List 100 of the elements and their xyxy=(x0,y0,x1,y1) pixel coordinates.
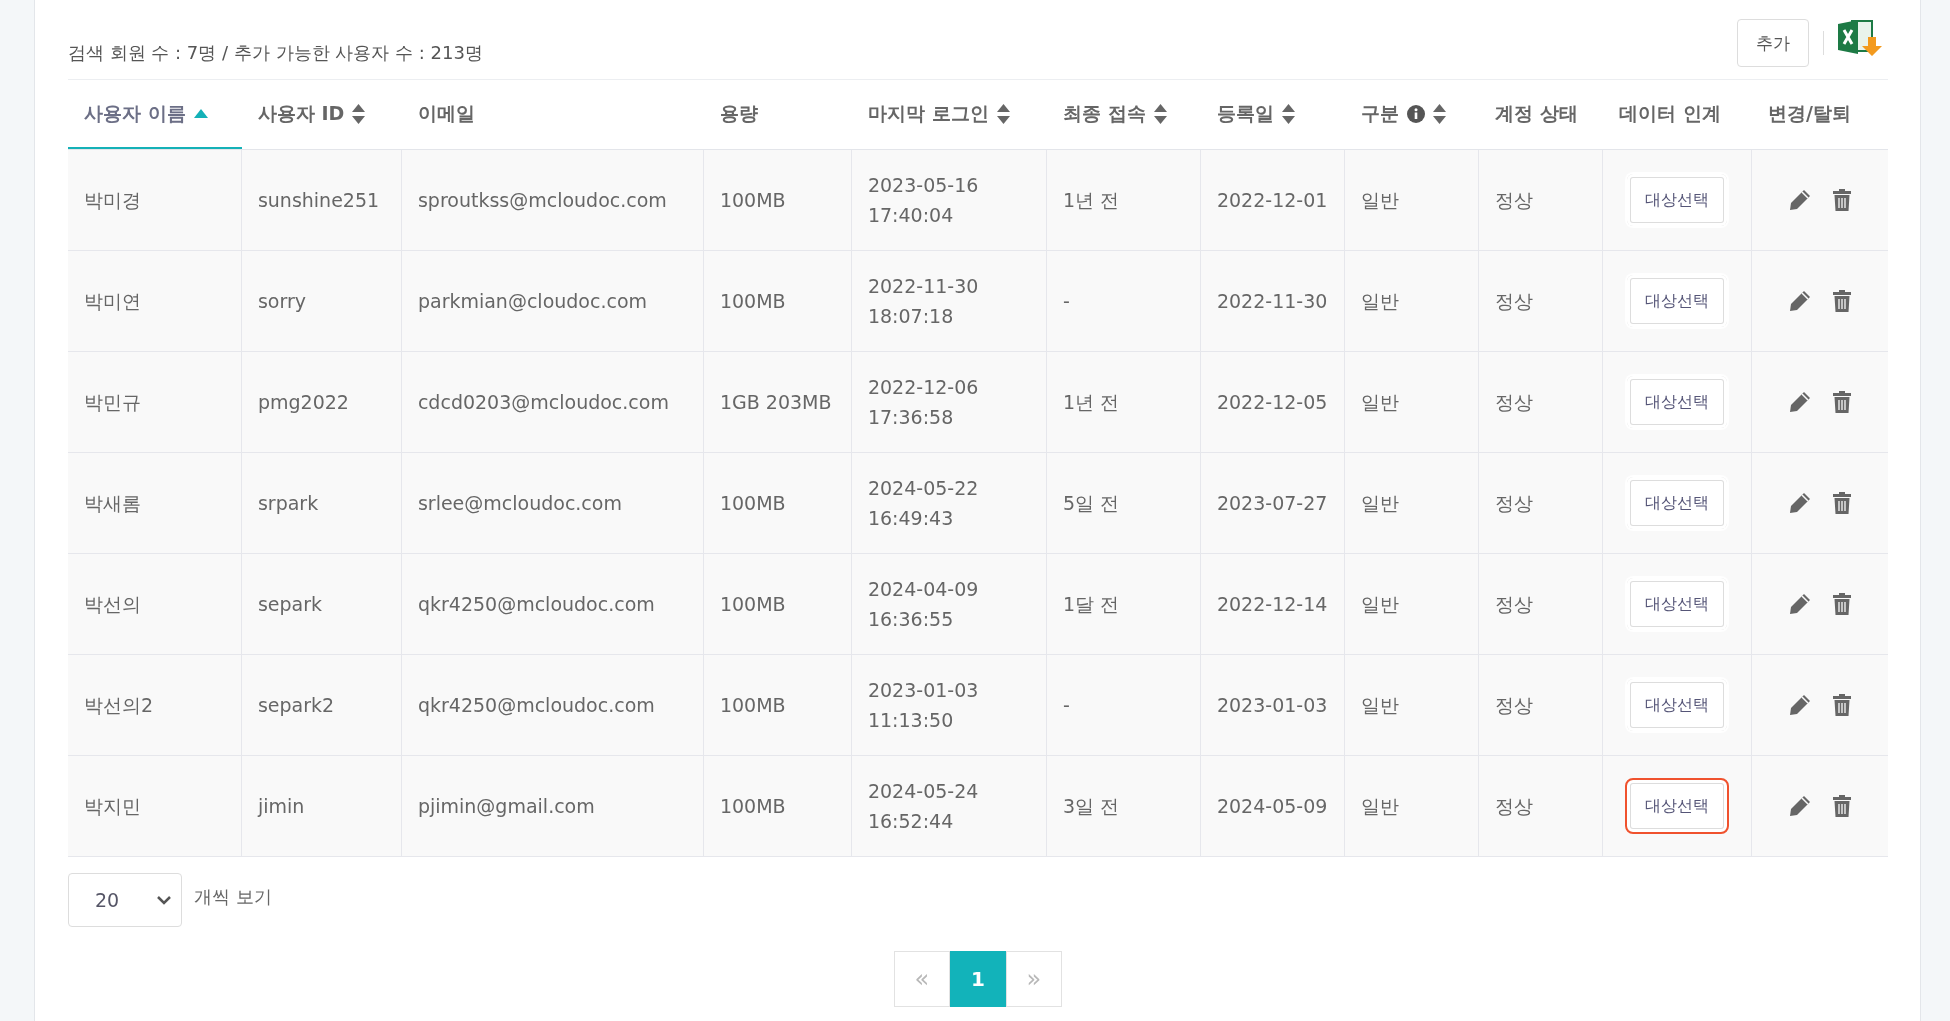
table-cell-text: 정상 xyxy=(1494,692,1533,718)
pencil-icon[interactable] xyxy=(1788,593,1811,615)
table-cell-text: 박미연 xyxy=(83,288,141,314)
table-cell-text: 일반 xyxy=(1360,490,1399,516)
table-cell-text: 정상 xyxy=(1494,793,1533,819)
last-login-cell-text: 2024-05-22 16:49:43 xyxy=(867,475,979,531)
member-count-text: 검색 회원 수 : 7명 / 추가 가능한 사용자 수 : 213명 xyxy=(67,41,484,65)
table-cell-text: 1년 전 xyxy=(1062,389,1120,415)
table-cell-text: 100MB xyxy=(719,692,786,718)
table-cell-text: separk2 xyxy=(257,692,335,718)
column-header-label: 용량 xyxy=(719,100,758,126)
table-cell-text: 5일 전 xyxy=(1062,490,1120,516)
page-size-label: 개씩 보기 xyxy=(193,885,272,909)
table-cell-text: 1달 전 xyxy=(1062,591,1120,617)
trash-icon[interactable] xyxy=(1832,492,1851,514)
table-cell-text: 100MB xyxy=(719,591,786,617)
table-cell-text: 정상 xyxy=(1494,490,1533,516)
table-cell-text: 박미경 xyxy=(83,187,141,213)
select-target-button[interactable]: 대상선택 xyxy=(1624,475,1729,531)
select-target-button[interactable]: 대상선택 xyxy=(1624,374,1729,430)
table-cell-text: 100MB xyxy=(719,793,786,819)
last-login-cell-text: 2023-01-03 11:13:50 xyxy=(867,677,979,733)
pencil-icon[interactable] xyxy=(1788,391,1811,413)
pencil-icon[interactable] xyxy=(1788,795,1811,817)
table-cell-text: 100MB xyxy=(719,187,786,213)
table-cell-text: 정상 xyxy=(1494,389,1533,415)
table-cell-text: 박민규 xyxy=(83,389,141,415)
table-cell-text: 일반 xyxy=(1360,288,1399,314)
select-target-button[interactable]: 대상선택 xyxy=(1624,576,1729,632)
select-target-button[interactable]: 대상선택 xyxy=(1624,273,1729,329)
table-cell-text: 2022-12-01 xyxy=(1216,187,1328,213)
table-cell-text: pmg2022 xyxy=(257,389,349,415)
table-cell-text: 박새롬 xyxy=(83,490,141,516)
table-cell-text: qkr4250@mcloudoc.com xyxy=(417,692,655,718)
info-icon[interactable] xyxy=(1406,104,1425,123)
table-cell-text: pjimin@gmail.com xyxy=(417,793,595,819)
trash-icon[interactable] xyxy=(1832,391,1851,413)
select-target-button[interactable]: 대상선택 xyxy=(1624,778,1729,834)
table-cell-text: 1년 전 xyxy=(1062,187,1120,213)
select-target-button[interactable]: 대상선택 xyxy=(1624,172,1729,228)
last-login-cell-text: 2022-11-30 18:07:18 xyxy=(867,273,979,329)
table-cell-text: 3일 전 xyxy=(1062,793,1120,819)
sort-icon[interactable] xyxy=(996,103,1010,124)
table-cell-text: 100MB xyxy=(719,288,786,314)
table-cell-text: 2022-11-30 xyxy=(1216,288,1328,314)
table-cell-text: - xyxy=(1062,692,1070,718)
pencil-icon[interactable] xyxy=(1788,492,1811,514)
table-cell-text: parkmian@cloudoc.com xyxy=(417,288,648,314)
table-cell-text: srlee@mcloudoc.com xyxy=(417,490,622,516)
table-cell-text: 2022-12-05 xyxy=(1216,389,1328,415)
sort-icon[interactable] xyxy=(352,103,366,124)
table-cell-text: 2022-12-14 xyxy=(1216,591,1328,617)
table-cell-text: 정상 xyxy=(1494,288,1533,314)
table-cell-text: cdcd0203@mcloudoc.com xyxy=(417,389,669,415)
column-header-label: 데이터 인계 xyxy=(1618,100,1721,126)
sort-icon[interactable] xyxy=(1432,103,1446,124)
column-header-label[interactable]: 마지막 로그인 xyxy=(867,100,989,127)
column-header-label: 변경/탈퇴 xyxy=(1767,100,1851,126)
last-login-cell-text: 2024-04-09 16:36:55 xyxy=(867,576,979,632)
table-cell-text: 1GB 203MB xyxy=(719,389,832,415)
table-cell-text: 100MB xyxy=(719,490,786,516)
table-cell-text: 박선의2 xyxy=(83,692,153,718)
last-login-cell-text: 2022-12-06 17:36:58 xyxy=(867,374,979,430)
table-cell-text: 일반 xyxy=(1360,692,1399,718)
trash-icon[interactable] xyxy=(1832,795,1851,817)
page-size-select[interactable]: 20 xyxy=(67,873,182,927)
trash-icon[interactable] xyxy=(1832,290,1851,312)
add-button[interactable]: 추가 xyxy=(1736,19,1809,67)
column-header-label[interactable]: 사용자 이름 xyxy=(83,100,186,127)
column-header-label[interactable]: 등록일 xyxy=(1216,100,1274,127)
excel-download-icon[interactable] xyxy=(1837,19,1884,57)
table-cell-text: jimin xyxy=(257,793,305,819)
column-header-label: 계정 상태 xyxy=(1494,100,1578,126)
table-cell-text: 2023-07-27 xyxy=(1216,490,1328,516)
sort-icon[interactable] xyxy=(1281,103,1295,124)
pencil-icon[interactable] xyxy=(1788,189,1811,211)
table-cell-text: sunshine251 xyxy=(257,187,380,213)
last-login-cell-text: 2023-05-16 17:40:04 xyxy=(867,172,979,228)
column-header-label[interactable]: 사용자 ID xyxy=(257,100,345,127)
sort-ascending-icon[interactable] xyxy=(193,109,208,118)
table-cell-text: sproutkss@mcloudoc.com xyxy=(417,187,667,213)
trash-icon[interactable] xyxy=(1832,189,1851,211)
table-cell-text: qkr4250@mcloudoc.com xyxy=(417,591,655,617)
trash-icon[interactable] xyxy=(1832,694,1851,716)
column-header-label[interactable]: 구분 xyxy=(1360,100,1399,127)
column-header-label[interactable]: 최종 접속 xyxy=(1062,100,1146,127)
pencil-icon[interactable] xyxy=(1788,290,1811,312)
sort-icon[interactable] xyxy=(1153,103,1167,124)
trash-icon[interactable] xyxy=(1832,593,1851,615)
table-cell-text: separk xyxy=(257,591,323,617)
pencil-icon[interactable] xyxy=(1788,694,1811,716)
table-cell-text: 2023-01-03 xyxy=(1216,692,1328,718)
table-cell-text: - xyxy=(1062,288,1070,314)
table-cell-text: sorry xyxy=(257,288,306,314)
table-cell-text: 정상 xyxy=(1494,187,1533,213)
table-cell-text: 일반 xyxy=(1360,793,1399,819)
table-cell-text: 일반 xyxy=(1360,187,1399,213)
select-target-button[interactable]: 대상선택 xyxy=(1624,677,1729,733)
table-cell-text: srpark xyxy=(257,490,319,516)
table-cell-text: 일반 xyxy=(1360,591,1399,617)
